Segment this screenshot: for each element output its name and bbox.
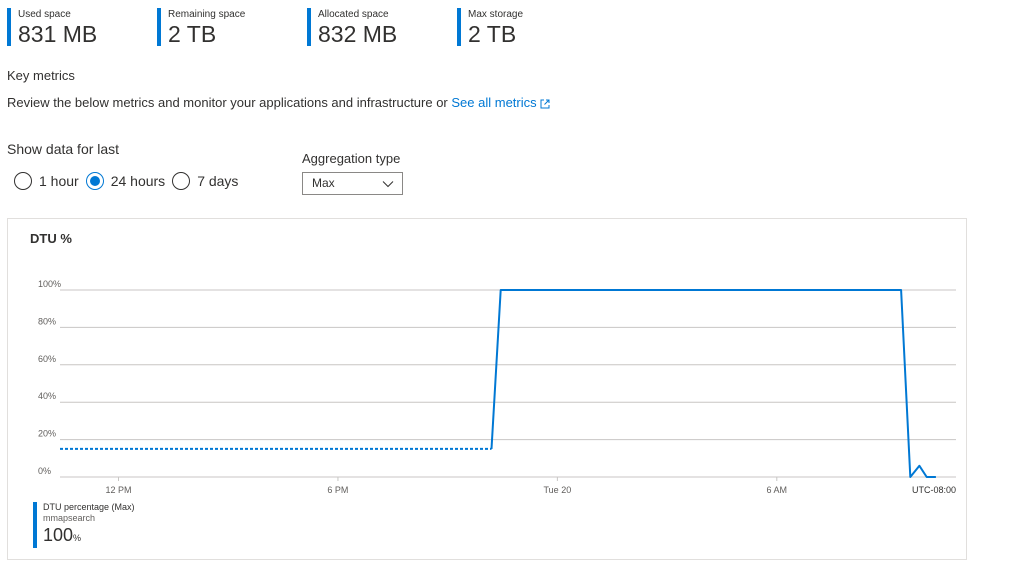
y-tick-label: 20% bbox=[38, 429, 56, 439]
show-data-heading: Show data for last bbox=[7, 141, 120, 157]
x-tick-label: 6 AM bbox=[767, 485, 788, 495]
y-tick-label: 60% bbox=[38, 354, 56, 364]
see-all-metrics-link[interactable]: See all metrics bbox=[451, 95, 550, 110]
radio-1-hour[interactable]: 1 hour bbox=[14, 172, 79, 190]
time-range-radio-group: 1 hour 24 hours 7 days bbox=[14, 172, 245, 190]
external-link-icon bbox=[540, 99, 550, 109]
legend-unit: % bbox=[73, 533, 82, 543]
stat-value: 2 TB bbox=[168, 21, 217, 47]
timezone-label: UTC-08:00 bbox=[912, 485, 956, 495]
stat-label: Max storage bbox=[468, 9, 524, 20]
stat-label: Remaining space bbox=[168, 9, 246, 20]
key-metrics-heading: Key metrics bbox=[7, 68, 75, 83]
stat-value: 2 TB bbox=[468, 21, 517, 47]
y-tick-label: 100% bbox=[38, 279, 61, 289]
stat-remaining-space: Remaining space 2 TB bbox=[157, 8, 245, 46]
chart-legend[interactable]: DTU percentage (Max) mmapsearch 100% bbox=[33, 502, 135, 548]
stat-label: Allocated space bbox=[318, 9, 389, 20]
key-metrics-description: Review the below metrics and monitor you… bbox=[7, 95, 550, 110]
radio-label: 7 days bbox=[197, 173, 239, 189]
radio-24-hours[interactable]: 24 hours bbox=[85, 172, 166, 190]
legend-value: 100 bbox=[43, 525, 74, 545]
legend-resource-name: mmapsearch bbox=[43, 513, 96, 523]
radio-circle-icon bbox=[172, 172, 191, 190]
legend-series-label: DTU percentage (Max) bbox=[43, 502, 135, 512]
stat-max-storage: Max storage 2 TB bbox=[457, 8, 523, 46]
dtu-chart-card: DTU % 100% 80% 60% 40% 20% 0% 12 PM 6 PM Tue 20 6… bbox=[7, 218, 967, 560]
dtu-line-chart[interactable]: 100% 80% 60% 40% 20% 0% 12 PM 6 PM Tue 20 6 AM UTC… bbox=[8, 219, 966, 559]
chevron-down-icon bbox=[382, 181, 394, 188]
radio-circle-icon bbox=[14, 172, 32, 190]
aggregation-type-dropdown[interactable]: Max bbox=[302, 172, 403, 195]
series-line bbox=[490, 289, 936, 478]
link-label: See all metrics bbox=[451, 95, 537, 110]
y-tick-label: 80% bbox=[38, 316, 56, 326]
radio-selected-icon bbox=[85, 172, 104, 190]
x-tick-label: Tue 20 bbox=[544, 485, 572, 495]
stat-used-space: Used space 831 MB bbox=[7, 8, 97, 46]
radio-label: 1 hour bbox=[39, 173, 79, 189]
stat-allocated-space: Allocated space 832 MB bbox=[307, 8, 397, 46]
stat-label: Used space bbox=[18, 9, 71, 20]
radio-7-days[interactable]: 7 days bbox=[172, 172, 238, 190]
x-tick-label: 12 PM bbox=[106, 485, 132, 495]
stat-value: 832 MB bbox=[318, 21, 398, 47]
radio-label: 24 hours bbox=[110, 173, 166, 189]
description-text: Review the below metrics and monitor you… bbox=[7, 95, 448, 110]
dropdown-value: Max bbox=[312, 176, 335, 190]
stat-value: 831 MB bbox=[18, 21, 98, 47]
aggregation-type-label: Aggregation type bbox=[302, 151, 401, 166]
y-tick-label: 40% bbox=[38, 391, 56, 401]
x-tick-label: 6 PM bbox=[327, 485, 348, 495]
y-tick-label: 0% bbox=[38, 466, 51, 476]
